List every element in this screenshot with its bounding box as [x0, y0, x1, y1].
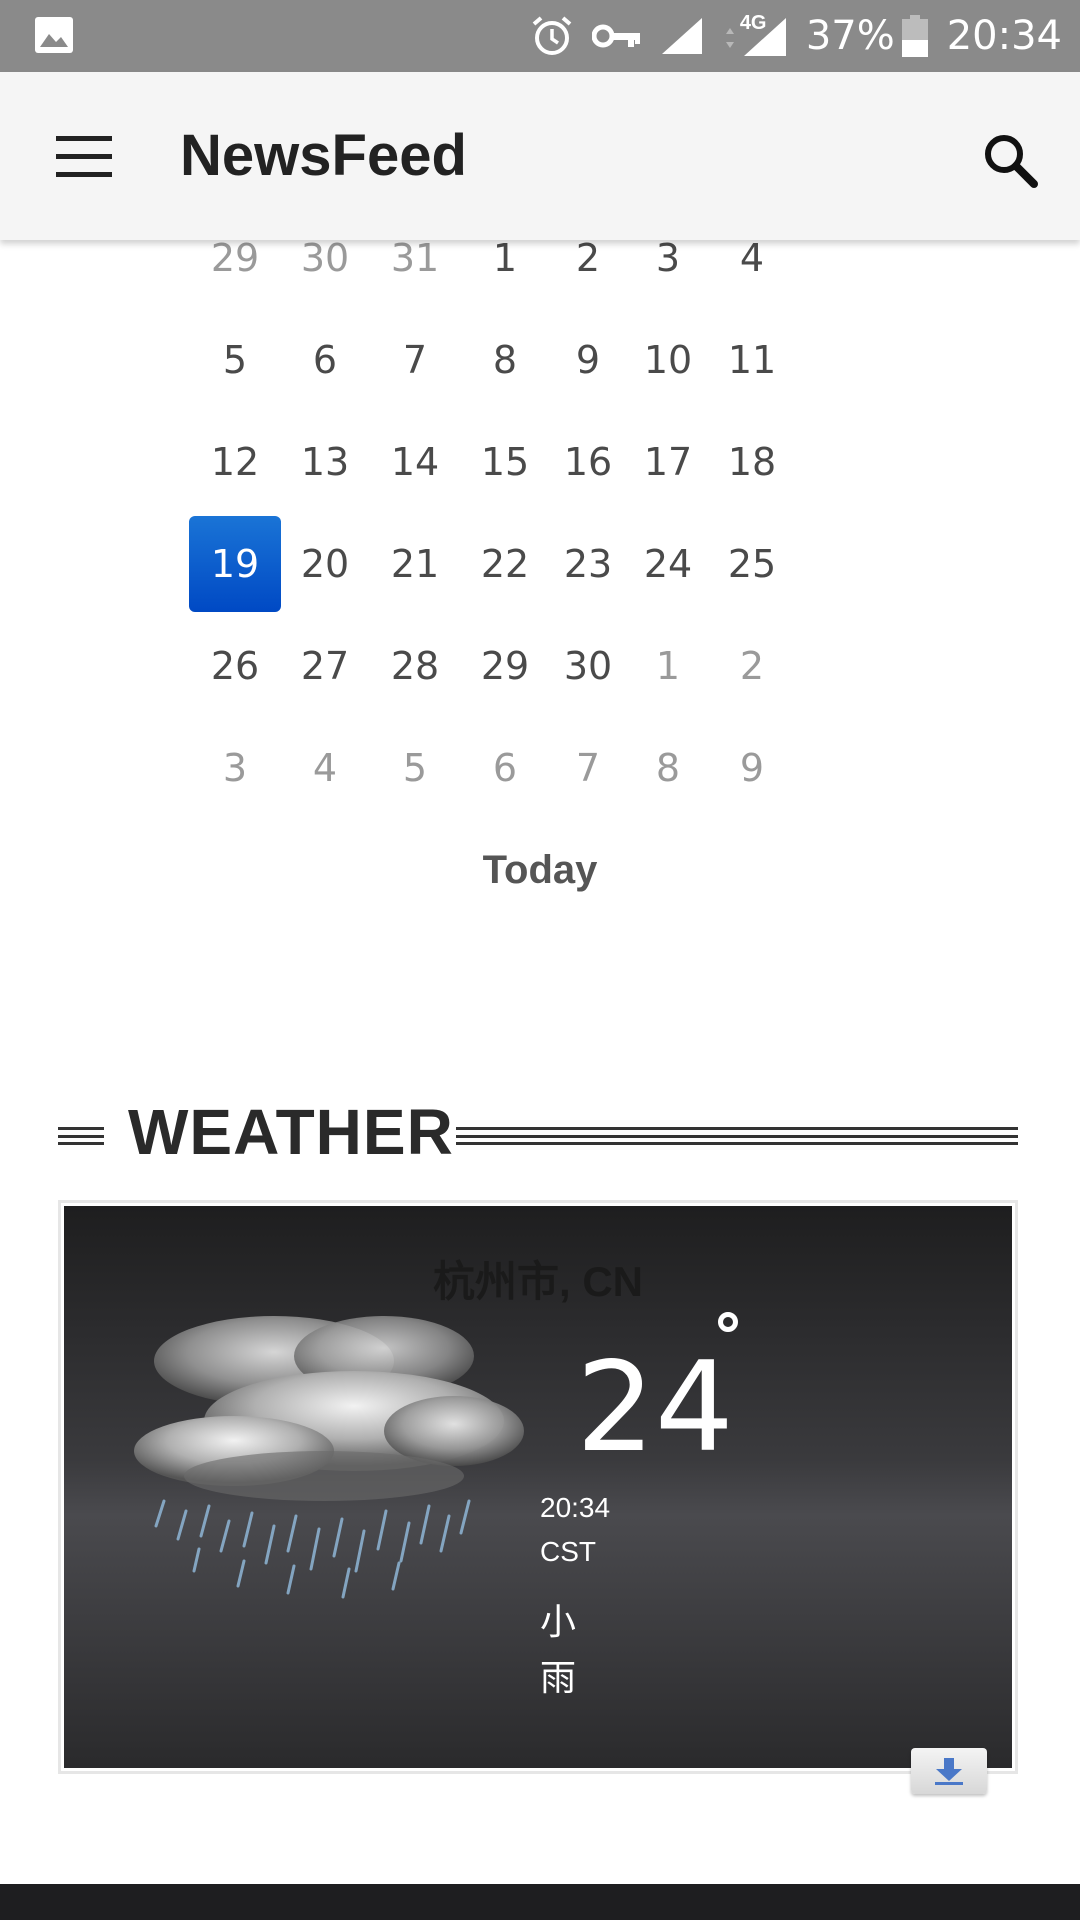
- calendar-day[interactable]: 7: [369, 312, 461, 408]
- calendar-day[interactable]: 2: [706, 618, 798, 714]
- header-divider-left: [58, 1127, 104, 1145]
- calendar-day[interactable]: 26: [189, 618, 281, 714]
- weather-time: 20:34: [540, 1492, 611, 1523]
- calendar-day[interactable]: 23: [542, 516, 634, 612]
- calendar-day[interactable]: 16: [542, 414, 634, 510]
- calendar-day[interactable]: 8: [622, 720, 714, 816]
- weather-time-block: 20:34 CST: [540, 1486, 610, 1574]
- degree-icon: [718, 1312, 738, 1332]
- clock: 20:34: [946, 13, 1062, 59]
- calendar-day[interactable]: 8: [459, 312, 551, 408]
- calendar-day[interactable]: 27: [279, 618, 371, 714]
- calendar-day[interactable]: 6: [279, 312, 371, 408]
- calendar-day[interactable]: 3: [189, 720, 281, 816]
- calendar-day[interactable]: 30: [542, 618, 634, 714]
- calendar-day[interactable]: 3: [622, 240, 714, 306]
- calendar-day[interactable]: 5: [369, 720, 461, 816]
- today-button[interactable]: Today: [0, 848, 1080, 893]
- light-rain-cloud-icon: [124, 1301, 544, 1621]
- calendar-day[interactable]: 6: [459, 720, 551, 816]
- weather-temperature: 24: [576, 1336, 734, 1480]
- calendar-day[interactable]: 14: [369, 414, 461, 510]
- calendar-day[interactable]: 1: [622, 618, 714, 714]
- signal-4g-icon: 4G: [722, 12, 788, 58]
- download-icon[interactable]: [911, 1748, 987, 1794]
- alarm-icon: [530, 14, 574, 58]
- app-bar: NewsFeed: [0, 72, 1080, 240]
- calendar-day[interactable]: 4: [279, 720, 371, 816]
- calendar-day[interactable]: 29: [459, 618, 551, 714]
- calendar: 29 30 31 1 2 3 4 5 6 7 8 9 10 11 12 13 14 15 16 17 18 19 20 21 2…: [0, 240, 1080, 940]
- network-type: 4G: [739, 12, 767, 34]
- battery-icon: [901, 14, 929, 58]
- calendar-day[interactable]: 7: [542, 720, 634, 816]
- calendar-day[interactable]: 10: [622, 312, 714, 408]
- calendar-day[interactable]: 1: [459, 240, 551, 306]
- calendar-day[interactable]: 9: [706, 720, 798, 816]
- weather-section-title: WEATHER: [128, 1096, 454, 1168]
- app-title: NewsFeed: [180, 123, 467, 188]
- calendar-day[interactable]: 30: [279, 240, 371, 306]
- weather-description: 小雨: [540, 1601, 577, 1698]
- weather-city: 杭州市, CN: [432, 1258, 643, 1305]
- calendar-day[interactable]: 13: [279, 414, 371, 510]
- calendar-day[interactable]: 25: [706, 516, 798, 612]
- calendar-day[interactable]: 31: [369, 240, 461, 306]
- bottom-bar: [0, 1884, 1080, 1920]
- menu-icon[interactable]: [40, 116, 126, 196]
- calendar-day[interactable]: 5: [189, 312, 281, 408]
- weather-section-header: WEATHER: [58, 1085, 1018, 1175]
- calendar-day[interactable]: 4: [706, 240, 798, 306]
- calendar-day[interactable]: 20: [279, 516, 371, 612]
- calendar-day[interactable]: 24: [622, 516, 714, 612]
- calendar-day[interactable]: 12: [189, 414, 281, 510]
- calendar-day[interactable]: 11: [706, 312, 798, 408]
- weather-widget: 杭州市, CN 24 20:34 CST 小雨: [64, 1206, 1012, 1768]
- weather-timezone: CST: [540, 1536, 596, 1567]
- calendar-day[interactable]: 9: [542, 312, 634, 408]
- status-bar: 4G 37% 20:34: [0, 0, 1080, 72]
- calendar-day[interactable]: 18: [706, 414, 798, 510]
- calendar-day[interactable]: 22: [459, 516, 551, 612]
- calendar-day[interactable]: 29: [189, 240, 281, 306]
- calendar-day[interactable]: 28: [369, 618, 461, 714]
- image-icon: [34, 16, 74, 54]
- calendar-day[interactable]: 2: [542, 240, 634, 306]
- search-icon[interactable]: [970, 120, 1050, 200]
- calendar-day[interactable]: 19: [189, 516, 281, 612]
- vpn-key-icon: [591, 21, 642, 51]
- calendar-day[interactable]: 21: [369, 516, 461, 612]
- weather-card[interactable]: 杭州市, CN 24 20:34 CST 小雨: [58, 1200, 1018, 1774]
- calendar-day[interactable]: 15: [459, 414, 551, 510]
- calendar-day[interactable]: 17: [622, 414, 714, 510]
- header-divider-right: [456, 1127, 1018, 1145]
- signal-icon: [660, 16, 704, 56]
- battery-percent: 37%: [805, 13, 895, 59]
